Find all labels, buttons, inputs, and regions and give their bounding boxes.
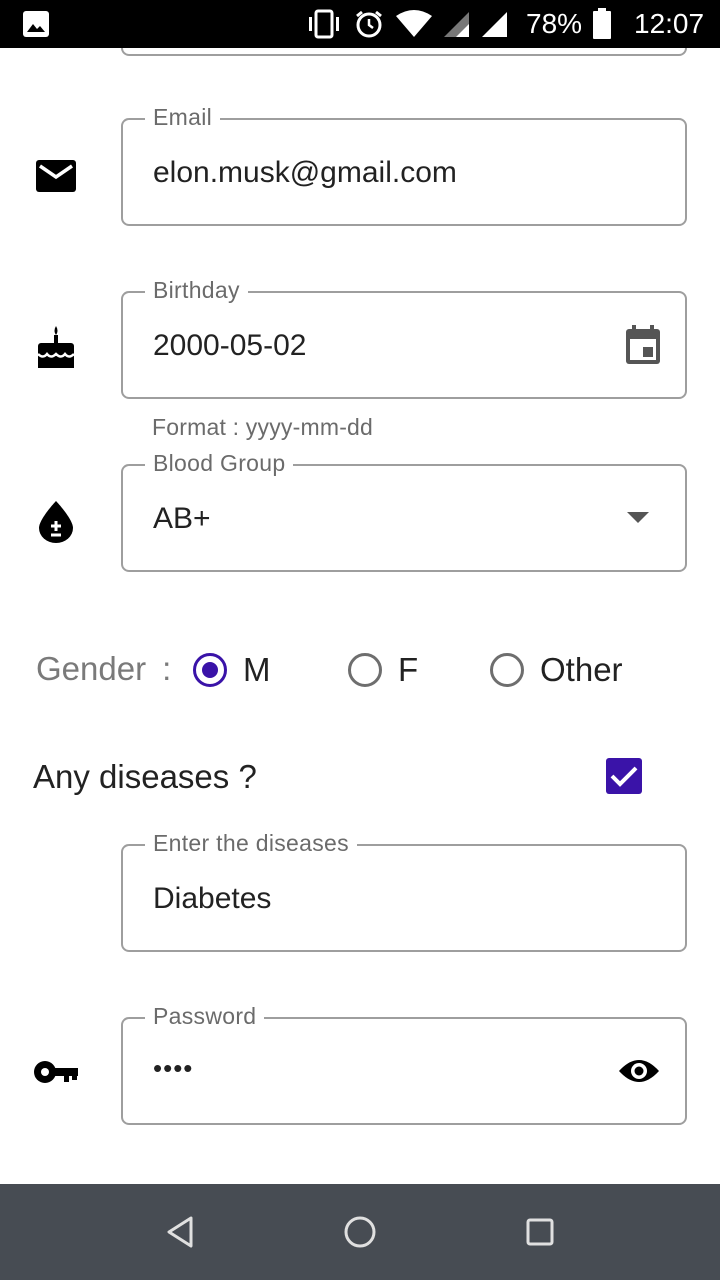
gender-option-label: M [243, 651, 271, 688]
key-icon [34, 1050, 78, 1094]
gender-radio-m[interactable]: M [193, 650, 271, 690]
gender-option-label: Other [540, 651, 623, 688]
password-field[interactable]: Password •••• [121, 1003, 687, 1125]
password-value: •••• [153, 1053, 194, 1083]
previous-field-edge [121, 48, 687, 56]
gender-label: Gender: [36, 650, 172, 687]
checkmark-icon [610, 766, 638, 787]
signal-icon [480, 0, 508, 48]
blood-drop-icon [34, 500, 78, 544]
calendar-icon[interactable] [625, 293, 661, 397]
diseases-question: Any diseases ? [33, 758, 257, 795]
radio-unselected-icon[interactable] [348, 653, 382, 687]
birthday-helper-text: Format : yyyy-mm-dd [152, 414, 374, 440]
navigation-bar [0, 1184, 720, 1280]
password-label: Password [145, 1003, 265, 1030]
birthday-label: Birthday [145, 277, 248, 304]
blood-group-value: AB+ [153, 502, 211, 535]
radio-selected-icon[interactable] [193, 653, 227, 687]
gallery-icon [22, 0, 50, 48]
battery-percent: 78% [526, 8, 583, 39]
recents-icon[interactable] [526, 1184, 554, 1280]
email-label: Email [145, 104, 221, 131]
status-bar: 78% 12:07 [0, 0, 720, 48]
alarm-icon [354, 0, 384, 48]
radio-unselected-icon[interactable] [490, 653, 524, 687]
eye-icon[interactable] [617, 1019, 661, 1123]
cake-icon [34, 324, 78, 368]
mail-icon [34, 154, 78, 198]
battery-icon [592, 0, 612, 48]
dropdown-arrow-icon[interactable] [627, 466, 649, 570]
vibrate-icon [306, 0, 342, 48]
diseases-field[interactable]: Enter the diseases Diabetes [121, 830, 687, 952]
registration-form: Email elon.musk@gmail.com Birthday 2000-… [0, 48, 720, 1184]
gender-radio-f[interactable]: F [348, 650, 418, 690]
blood-group-select[interactable]: Blood Group AB+ [121, 450, 687, 572]
gender-option-label: F [398, 651, 419, 688]
email-value: elon.musk@gmail.com [153, 156, 457, 189]
wifi-icon [396, 0, 432, 48]
diseases-label: Enter the diseases [145, 830, 357, 857]
email-field[interactable]: Email elon.musk@gmail.com [121, 104, 687, 226]
birthday-field[interactable]: Birthday 2000-05-02 [121, 277, 687, 399]
gender-radio-other[interactable]: Other [490, 650, 623, 690]
home-icon[interactable] [344, 1184, 376, 1280]
diseases-value: Diabetes [153, 882, 272, 915]
signal-icon [442, 0, 470, 48]
diseases-checkbox[interactable] [606, 758, 642, 794]
back-icon[interactable] [166, 1184, 194, 1280]
blood-group-label: Blood Group [145, 450, 294, 477]
birthday-value: 2000-05-02 [153, 329, 307, 362]
clock-time: 12:07 [634, 8, 705, 39]
